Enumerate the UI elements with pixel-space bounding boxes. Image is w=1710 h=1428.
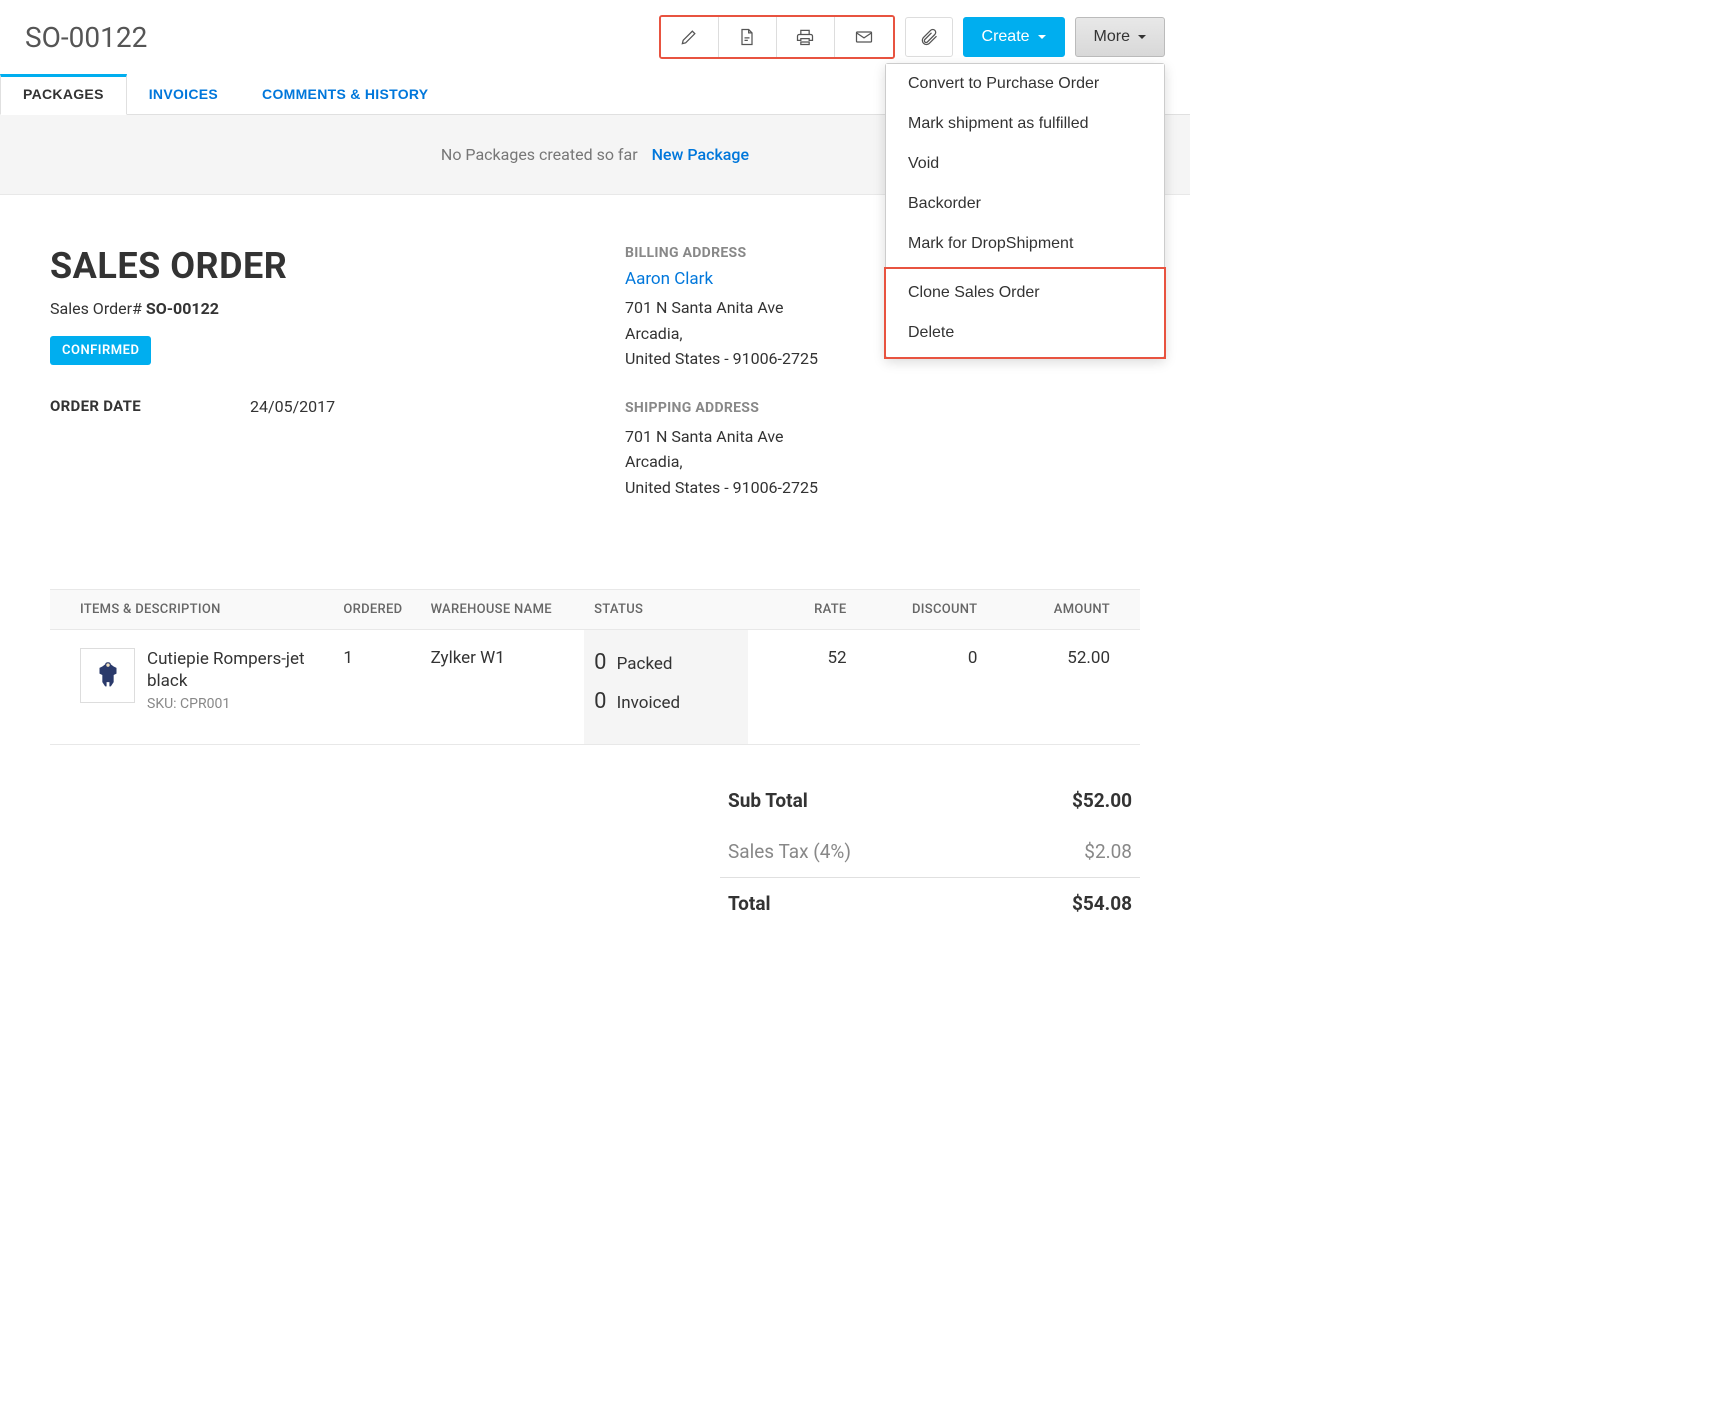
tax-row: Sales Tax (4%) $2.08: [720, 826, 1140, 877]
create-label: Create: [982, 28, 1030, 46]
shipping-line3: United States - 91006-2725: [625, 475, 1140, 501]
th-ordered: ORDERED: [333, 589, 420, 629]
print-button[interactable]: [777, 17, 835, 57]
edit-button[interactable]: [661, 17, 719, 57]
shipping-line2: Arcadia,: [625, 449, 1140, 475]
invoiced-count: 0: [594, 689, 606, 714]
cell-rate: 52: [748, 629, 857, 744]
subtotal-value: $52.00: [1072, 789, 1132, 812]
so-number-label: Sales Order#: [50, 299, 142, 318]
printer-icon: [795, 27, 815, 47]
new-package-link[interactable]: New Package: [652, 145, 749, 164]
caret-down-icon: [1038, 35, 1046, 39]
menu-backorder[interactable]: Backorder: [886, 184, 1164, 224]
page-title: SO-00122: [25, 21, 147, 54]
packed-count: 0: [594, 650, 606, 675]
order-date-value: 24/05/2017: [250, 397, 335, 416]
total-value: $54.08: [1072, 892, 1132, 915]
more-dropdown: Convert to Purchase Order Mark shipment …: [885, 63, 1165, 358]
order-date-label: ORDER DATE: [50, 397, 250, 416]
item-sku: SKU: CPR001: [147, 696, 323, 712]
menu-void[interactable]: Void: [886, 144, 1164, 184]
pdf-button[interactable]: [719, 17, 777, 57]
attach-button[interactable]: [905, 17, 953, 57]
packed-label: Packed: [617, 654, 673, 674]
subtotal-label: Sub Total: [728, 789, 808, 812]
header-actions: Create More Convert to Purchase Order Ma…: [659, 15, 1165, 59]
table-row: Cutiepie Rompers-jet black SKU: CPR001 1…: [50, 629, 1140, 744]
tab-invoices[interactable]: INVOICES: [127, 74, 240, 114]
more-label: More: [1094, 28, 1130, 46]
caret-down-icon: [1138, 35, 1146, 39]
pencil-icon: [679, 27, 699, 47]
total-label: Total: [728, 892, 771, 915]
menu-dropshipment[interactable]: Mark for DropShipment: [886, 224, 1164, 264]
sales-order-number: Sales Order# SO-00122: [50, 299, 565, 318]
menu-convert-po[interactable]: Convert to Purchase Order: [886, 64, 1164, 104]
status-badge: CONFIRMED: [50, 336, 151, 365]
invoiced-label: Invoiced: [617, 693, 680, 713]
subtotal-row: Sub Total $52.00: [720, 775, 1140, 826]
shipping-address-block: SHIPPING ADDRESS 701 N Santa Anita Ave A…: [625, 400, 1140, 501]
more-button[interactable]: More: [1075, 17, 1165, 57]
tax-value: $2.08: [1084, 840, 1132, 863]
menu-delete[interactable]: Delete: [886, 313, 1164, 353]
action-icon-group: [659, 15, 895, 59]
tax-label: Sales Tax (4%): [728, 840, 851, 863]
document-heading: SALES ORDER: [50, 245, 565, 287]
mail-icon: [854, 27, 874, 47]
pdf-icon: [737, 27, 757, 47]
item-thumbnail: [80, 648, 135, 703]
th-warehouse: WAREHOUSE NAME: [421, 589, 585, 629]
no-packages-text: No Packages created so far: [441, 145, 638, 164]
th-rate: RATE: [748, 589, 857, 629]
email-button[interactable]: [835, 17, 893, 57]
create-button[interactable]: Create: [963, 17, 1065, 57]
paperclip-icon: [919, 27, 939, 47]
tab-packages[interactable]: PACKAGES: [0, 74, 127, 115]
cell-amount: 52.00: [987, 629, 1140, 744]
th-discount: DISCOUNT: [857, 589, 988, 629]
totals-block: Sub Total $52.00 Sales Tax (4%) $2.08 To…: [720, 775, 1140, 929]
items-table: ITEMS & DESCRIPTION ORDERED WAREHOUSE NA…: [50, 589, 1140, 745]
shipping-label: SHIPPING ADDRESS: [625, 400, 1140, 416]
item-name: Cutiepie Rompers-jet black: [147, 648, 323, 692]
menu-mark-fulfilled[interactable]: Mark shipment as fulfilled: [886, 104, 1164, 144]
total-row: Total $54.08: [720, 877, 1140, 929]
cell-warehouse: Zylker W1: [421, 629, 585, 744]
tab-comments-history[interactable]: COMMENTS & HISTORY: [240, 74, 450, 114]
status-invoiced: 0 Invoiced: [594, 687, 738, 726]
cell-ordered: 1: [333, 629, 420, 744]
th-status: STATUS: [584, 589, 748, 629]
so-number-value: SO-00122: [146, 299, 219, 318]
status-packed: 0 Packed: [594, 648, 738, 687]
th-items: ITEMS & DESCRIPTION: [50, 589, 333, 629]
romper-icon: [91, 658, 125, 692]
menu-highlight-section: Clone Sales Order Delete: [884, 267, 1166, 359]
shipping-line1: 701 N Santa Anita Ave: [625, 424, 1140, 450]
menu-clone[interactable]: Clone Sales Order: [886, 273, 1164, 313]
th-amount: AMOUNT: [987, 589, 1140, 629]
cell-discount: 0: [857, 629, 988, 744]
